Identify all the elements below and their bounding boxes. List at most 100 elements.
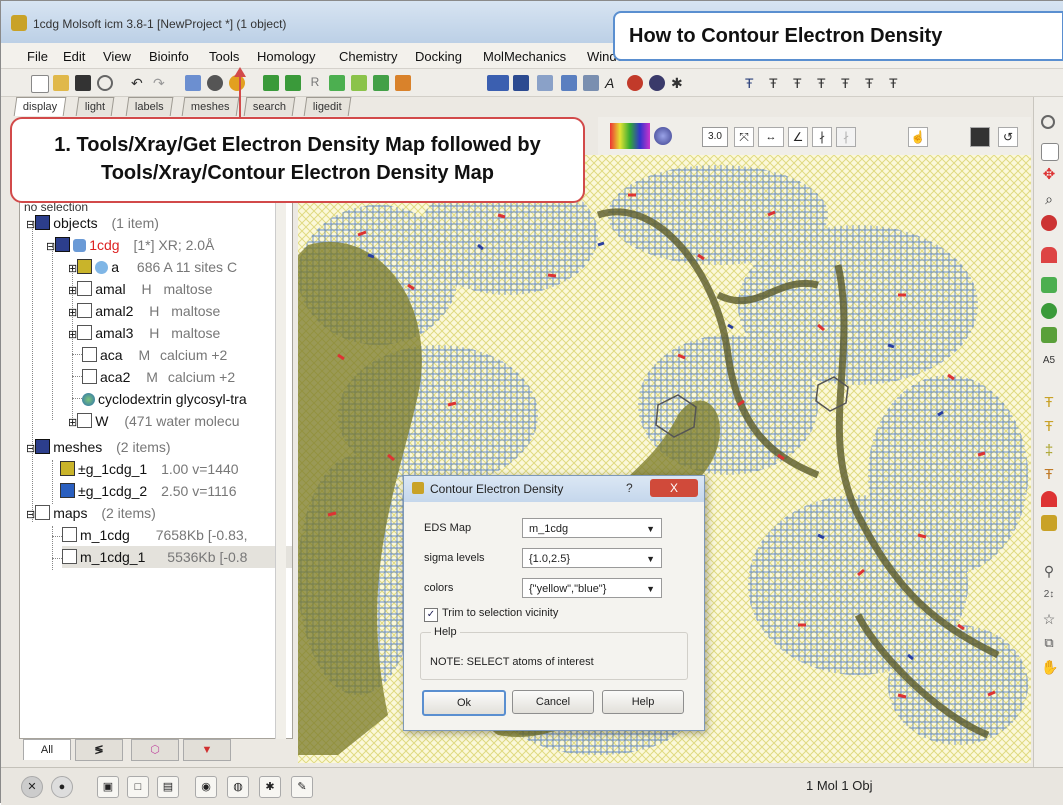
molecule-checkbox-icon[interactable] (77, 259, 93, 274)
screenshot-save-icon[interactable] (970, 127, 990, 147)
torsion-icon[interactable]: ∤ (812, 127, 832, 147)
help-question-icon[interactable]: ? (626, 481, 633, 495)
tree-molecule-a[interactable]: ⊞ a 686 A 11 sites C (68, 256, 237, 278)
molecule-checkbox[interactable] (77, 281, 93, 296)
molecule-checkbox[interactable] (77, 303, 93, 318)
bond-align-2-icon[interactable]: Ŧ (1041, 419, 1057, 435)
lock-icon[interactable] (1041, 515, 1057, 531)
surface-icon[interactable] (649, 75, 665, 91)
collapse-icon[interactable]: ⊟ (26, 219, 35, 231)
mesh-blue-checkbox-icon[interactable] (60, 483, 75, 498)
tree-molecule-w[interactable]: ⊞ W (471 water molecu (68, 410, 240, 432)
tree-map-2[interactable]: m_1cdg_1 5536Kb [-0.8 (62, 546, 292, 568)
expand-arrows-icon[interactable]: ⤧ (734, 127, 754, 147)
align-6-icon[interactable]: Ŧ (865, 75, 881, 91)
cancel-button[interactable]: Cancel (512, 690, 594, 714)
tree-molecule-amal2[interactable]: ⊞ amal2 H maltose (68, 300, 220, 322)
bond-align-3-icon[interactable]: ‡ (1041, 443, 1057, 459)
molecule-checkbox[interactable] (82, 347, 97, 362)
select-residue-icon[interactable] (1041, 327, 1057, 343)
menu-homology[interactable]: Homology (257, 49, 316, 64)
menu-molmechanics[interactable]: MolMechanics (483, 49, 566, 64)
zoom-fit-icon[interactable] (654, 127, 672, 145)
anchor-icon[interactable]: ⚲ (1041, 563, 1057, 579)
align-3-icon[interactable]: Ŧ (793, 75, 809, 91)
tree-scrollbar[interactable] (275, 199, 286, 739)
stop-icon[interactable]: ✕ (21, 776, 43, 798)
render-icon[interactable]: ◍ (227, 776, 249, 798)
molecule-checkbox[interactable] (77, 413, 93, 428)
quote-icon[interactable] (185, 75, 201, 91)
select-green-2-icon[interactable] (285, 75, 301, 91)
select-box-icon[interactable] (1041, 277, 1057, 293)
select-green-icon[interactable] (263, 75, 279, 91)
align-5-icon[interactable]: Ŧ (841, 75, 857, 91)
tree-objects[interactable]: ⊟ objects (1 item) (26, 212, 159, 234)
tree-maps[interactable]: ⊟ maps (2 items) (26, 502, 156, 524)
menu-chemistry[interactable]: Chemistry (339, 49, 398, 64)
redo-icon[interactable]: ↷ (153, 75, 169, 91)
color-palette-icon[interactable] (610, 123, 650, 149)
tab-all[interactable]: All (23, 739, 71, 760)
layout-3-icon[interactable]: ▤ (157, 776, 179, 798)
bond-align-4-icon[interactable]: Ŧ (1041, 467, 1057, 483)
sphere-icon[interactable] (627, 75, 643, 91)
expand-icon[interactable]: ⊞ (68, 263, 77, 275)
maps-checkbox[interactable] (35, 505, 51, 520)
tab-ligedit[interactable]: ligedit (303, 97, 352, 116)
save-icon[interactable] (75, 75, 91, 91)
collapse-icon[interactable]: ⊟ (26, 443, 35, 455)
expand-icon[interactable]: ⊞ (68, 417, 77, 429)
tree-mesh-2[interactable]: ±g_1cdg_2 2.50 v=1116 (60, 480, 236, 502)
settings-icon[interactable] (1041, 115, 1055, 129)
visibility-checkbox-icon[interactable] (55, 237, 71, 252)
tree-molecule-amal3[interactable]: ⊞ amal3 H maltose (68, 322, 220, 344)
sort-icon[interactable]: 2↕ (1041, 587, 1057, 603)
angle-icon[interactable]: ∠ (788, 127, 808, 147)
slab-icon[interactable] (1041, 247, 1057, 263)
molecule-icon[interactable] (207, 75, 223, 91)
tab-meshes[interactable]: meshes (181, 97, 239, 116)
close-icon[interactable]: X (650, 479, 698, 497)
tab-light[interactable]: light (75, 97, 115, 116)
surface-red-icon[interactable] (1041, 491, 1057, 507)
tree-molecule-aca[interactable]: aca M calcium +2 (82, 344, 227, 366)
menu-view[interactable]: View (103, 49, 131, 64)
menu-file[interactable]: File (27, 49, 48, 64)
eds-map-select[interactable]: m_1cdg ▼ (522, 518, 662, 538)
mesh-yellow-checkbox-icon[interactable] (60, 461, 75, 476)
panel-icon[interactable] (583, 75, 599, 91)
bond-align-1-icon[interactable]: Ŧ (1041, 395, 1057, 411)
tab-display[interactable]: display (13, 97, 67, 116)
tab-labels[interactable]: labels (125, 97, 174, 116)
measure-disabled-icon[interactable]: ∤ (836, 127, 856, 147)
select-sphere-icon[interactable] (1041, 303, 1057, 319)
zoom-icon[interactable]: ⌕ (1041, 191, 1057, 207)
tab-chemicals[interactable]: ⬡ (131, 739, 179, 761)
distance-icon[interactable]: ↔ (758, 127, 784, 147)
table-icon[interactable] (561, 75, 577, 91)
sigma-levels-select[interactable]: {1.0,2.5} ▼ (522, 548, 662, 568)
rotate-icon[interactable] (1041, 143, 1059, 161)
expand-icon[interactable]: ⊞ (68, 329, 77, 341)
clip-icon[interactable] (1041, 215, 1057, 231)
map-checkbox[interactable] (62, 527, 77, 542)
chain-icon[interactable] (373, 75, 389, 91)
r-icon[interactable]: R (307, 75, 323, 91)
help-button[interactable]: Help (602, 690, 684, 714)
tab-surfaces[interactable]: ▼ (183, 739, 231, 761)
star-icon[interactable]: ☆ (1041, 611, 1057, 627)
menu-docking[interactable]: Docking (415, 49, 462, 64)
expand-icon[interactable]: ⊞ (68, 307, 77, 319)
atom-icon[interactable] (351, 75, 367, 91)
paint-icon[interactable]: ✎ (291, 776, 313, 798)
align-4-icon[interactable]: Ŧ (817, 75, 833, 91)
menu-tools[interactable]: Tools (209, 49, 239, 64)
layout-1-icon[interactable]: ▣ (97, 776, 119, 798)
wave-icon[interactable] (537, 75, 553, 91)
menu-bioinfo[interactable]: Bioinfo (149, 49, 189, 64)
record-icon[interactable]: ● (51, 776, 73, 798)
collapse-icon[interactable]: ⊟ (46, 241, 55, 253)
tree-mesh-1[interactable]: ±g_1cdg_1 1.00 v=1440 (60, 458, 239, 480)
reset-view-icon[interactable]: ↺ (998, 127, 1018, 147)
